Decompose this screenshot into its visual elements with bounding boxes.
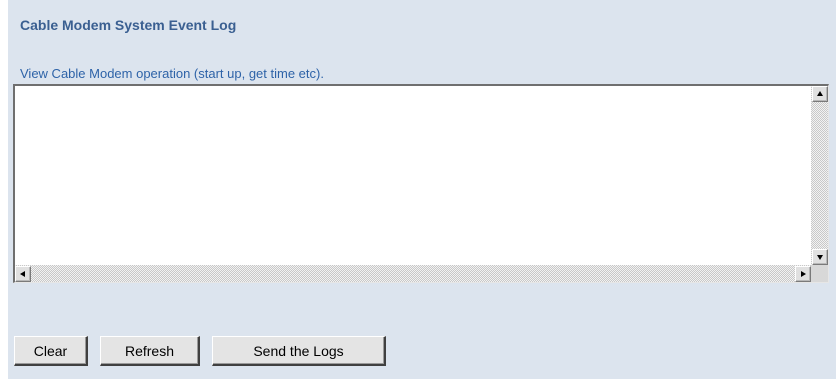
horizontal-scrollbar[interactable] — [15, 265, 811, 282]
event-log-box — [13, 84, 829, 283]
scroll-right-button[interactable] — [795, 266, 811, 282]
vertical-scrollbar[interactable] — [811, 86, 828, 265]
page-title: Cable Modem System Event Log — [20, 17, 237, 33]
scrollbar-corner — [811, 265, 828, 282]
triangle-up-icon — [817, 91, 823, 96]
refresh-button[interactable]: Refresh — [100, 336, 200, 366]
clear-button[interactable]: Clear — [14, 336, 88, 366]
triangle-right-icon — [801, 271, 806, 277]
send-logs-button[interactable]: Send the Logs — [212, 336, 386, 366]
event-log-textarea[interactable] — [15, 86, 811, 265]
scroll-up-button[interactable] — [812, 86, 828, 102]
scroll-left-button[interactable] — [15, 266, 31, 282]
page-description: View Cable Modem operation (start up, ge… — [20, 66, 324, 81]
triangle-left-icon — [20, 271, 25, 277]
triangle-down-icon — [817, 255, 823, 260]
scroll-down-button[interactable] — [812, 249, 828, 265]
